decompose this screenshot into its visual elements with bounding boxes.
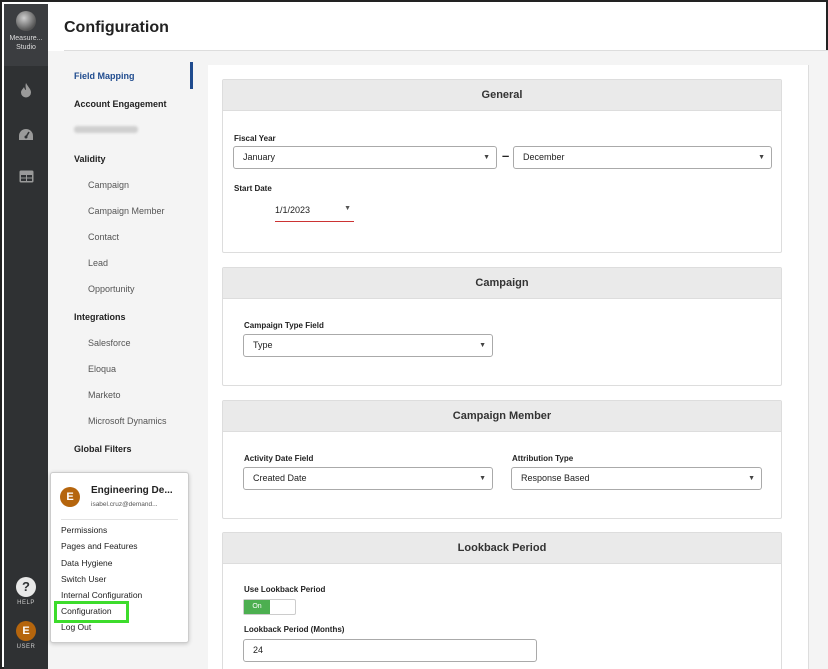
grid-table-icon[interactable]: [16, 166, 36, 186]
config-main-panel[interactable]: General Fiscal Year January ▼ – December…: [208, 65, 809, 669]
activity-date-field-select[interactable]: Created Date ▼: [243, 467, 493, 490]
fiscal-range-separator: –: [502, 148, 510, 163]
lookback-months-value: 24: [253, 645, 264, 655]
activity-date-field-value: Created Date: [253, 473, 307, 483]
attribution-type-value: Response Based: [521, 473, 590, 483]
help-icon[interactable]: ?: [16, 577, 36, 597]
use-lookback-period-label: Use Lookback Period: [244, 585, 326, 594]
left-rail: Measure... Studio ? HELP E USER: [4, 4, 48, 669]
attribution-type-select[interactable]: Response Based ▼: [511, 467, 762, 490]
nav-integration-marketo[interactable]: Marketo: [88, 390, 121, 400]
fiscal-year-label: Fiscal Year: [234, 134, 276, 143]
chevron-down-icon: ▼: [479, 475, 486, 482]
page-title: Configuration: [64, 19, 169, 36]
chevron-down-icon: ▼: [479, 342, 486, 349]
nav-integration-microsoft-dynamics[interactable]: Microsoft Dynamics: [88, 416, 167, 426]
user-avatar[interactable]: E: [16, 621, 36, 641]
menu-item-permissions[interactable]: Permissions: [61, 525, 107, 535]
help-label: HELP: [17, 600, 35, 606]
menu-item-switch-user[interactable]: Switch User: [61, 574, 106, 584]
campaign-type-field-value: Type: [253, 340, 273, 350]
dashboard-gauge-icon[interactable]: [16, 125, 36, 145]
user-menu-divider: [61, 519, 178, 520]
configuration-highlight-box: [54, 601, 129, 623]
menu-item-internal-configuration[interactable]: Internal Configuration: [61, 590, 142, 600]
user-menu-avatar: E: [60, 487, 80, 507]
page-header: Configuration: [48, 4, 828, 51]
campaign-member-card: Campaign Member Activity Date Field Crea…: [222, 400, 782, 519]
app-logo[interactable]: Measure... Studio: [4, 4, 48, 66]
campaign-card-title: Campaign: [223, 268, 781, 299]
fiscal-year-end-value: December: [523, 152, 565, 162]
campaign-type-field-select[interactable]: Type ▼: [243, 334, 493, 357]
nav-validity[interactable]: Validity: [74, 154, 106, 164]
nav-global-filters[interactable]: Global Filters: [74, 444, 132, 454]
user-menu-name: Engineering De...: [91, 485, 173, 496]
campaign-card: Campaign Campaign Type Field Type ▼: [222, 267, 782, 386]
activity-date-field-label: Activity Date Field: [244, 454, 314, 463]
nav-integration-salesforce[interactable]: Salesforce: [88, 338, 131, 348]
nav-active-indicator: [190, 62, 193, 89]
logo-label: Measure... Studio: [9, 35, 43, 51]
campaign-member-card-title: Campaign Member: [223, 401, 781, 432]
campaign-type-field-label: Campaign Type Field: [244, 321, 324, 330]
nav-validity-opportunity[interactable]: Opportunity: [88, 284, 135, 294]
nav-integration-eloqua[interactable]: Eloqua: [88, 364, 116, 374]
nav-validity-contact[interactable]: Contact: [88, 232, 119, 242]
chevron-down-icon: ▼: [344, 205, 351, 212]
chevron-down-icon: ▼: [748, 475, 755, 482]
chevron-down-icon: ▼: [758, 154, 765, 161]
start-date-label: Start Date: [234, 184, 272, 193]
user-label: USER: [16, 644, 36, 650]
nav-redacted-item[interactable]: [74, 126, 138, 133]
nav-validity-lead[interactable]: Lead: [88, 258, 108, 268]
toggle-on-label: On: [244, 600, 270, 614]
menu-item-log-out[interactable]: Log Out: [61, 622, 91, 632]
user-menu-email: isabel.cruz@demand...: [91, 501, 158, 508]
nav-field-mapping[interactable]: Field Mapping: [74, 71, 135, 81]
logo-icon: [16, 11, 36, 31]
menu-item-data-hygiene[interactable]: Data Hygiene: [61, 558, 113, 568]
flame-icon[interactable]: [16, 80, 36, 100]
start-date-picker[interactable]: 1/1/2023 ▼: [275, 205, 354, 222]
menu-item-pages-and-features[interactable]: Pages and Features: [61, 541, 138, 551]
general-card-title: General: [223, 80, 781, 111]
use-lookback-period-toggle[interactable]: On: [243, 599, 296, 615]
fiscal-year-start-value: January: [243, 152, 276, 162]
attribution-type-label: Attribution Type: [512, 454, 574, 463]
fiscal-year-end-select[interactable]: December ▼: [513, 146, 772, 169]
nav-account-engagement[interactable]: Account Engagement: [74, 99, 167, 109]
app-frame: Measure... Studio ? HELP E USER Configur…: [0, 0, 828, 669]
fiscal-year-start-select[interactable]: January ▼: [233, 146, 497, 169]
general-card: General Fiscal Year January ▼ – December…: [222, 79, 782, 253]
lookback-period-card-title: Lookback Period: [223, 533, 781, 564]
nav-validity-campaign-member[interactable]: Campaign Member: [88, 206, 165, 216]
start-date-value: 1/1/2023: [275, 205, 311, 215]
nav-integrations[interactable]: Integrations: [74, 312, 126, 322]
lookback-period-card: Lookback Period Use Lookback Period On L…: [222, 532, 782, 669]
lookback-months-label: Lookback Period (Months): [244, 625, 345, 634]
chevron-down-icon: ▼: [483, 154, 490, 161]
lookback-months-input[interactable]: 24: [243, 639, 537, 662]
nav-validity-campaign[interactable]: Campaign: [88, 180, 129, 190]
